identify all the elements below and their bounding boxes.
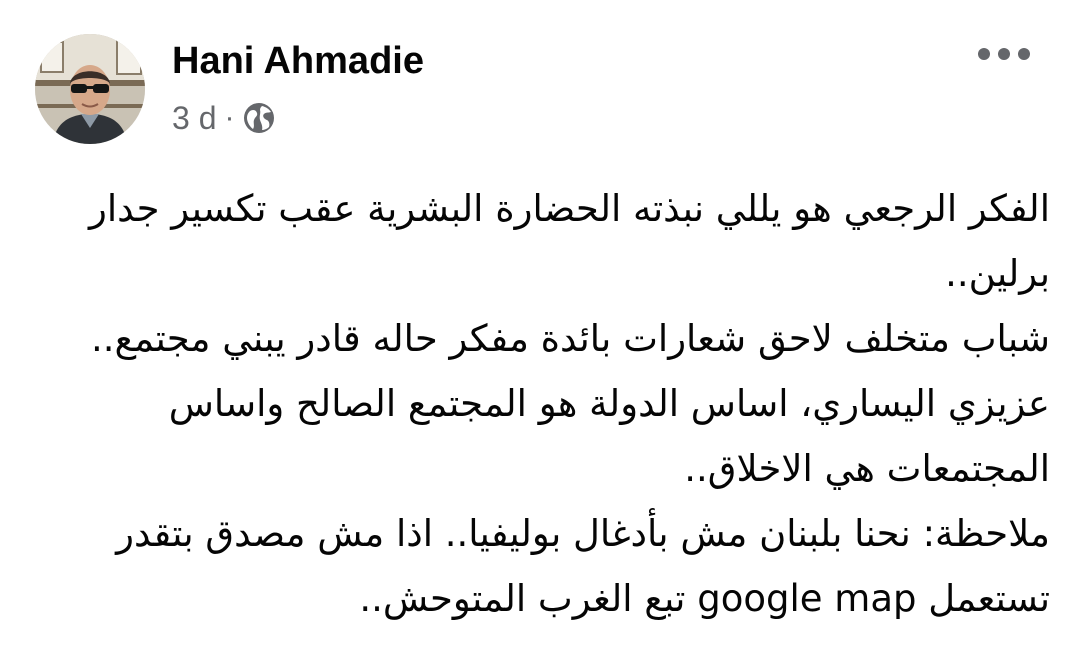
post-paragraph: الفكر الرجعي هو يللي نبذته الحضارة البشر… — [89, 187, 1050, 295]
post-timestamp[interactable]: 3 d — [172, 100, 216, 137]
post-header: Hani Ahmadie 3 d · — [0, 0, 1080, 170]
post-paragraph: ملاحظة: نحنا بلبنان مش بأدغال بوليفيا.. … — [116, 512, 1050, 620]
author-name[interactable]: Hani Ahmadie — [172, 38, 424, 84]
post-meta: 3 d · — [172, 96, 276, 140]
avatar-photo — [35, 34, 145, 144]
post-paragraph: شباب متخلف لاحق شعارات بائدة مفكر حاله ق… — [90, 317, 1050, 360]
globe-icon[interactable] — [242, 101, 276, 135]
post-text: الفكر الرجعي هو يللي نبذته الحضارة البشر… — [40, 176, 1050, 631]
author-avatar[interactable] — [35, 34, 145, 144]
post-paragraph: عزيزي اليساري، اساس الدولة هو المجتمع ال… — [168, 382, 1050, 490]
more-options-icon[interactable] — [972, 36, 1036, 72]
meta-separator: · — [224, 101, 235, 134]
